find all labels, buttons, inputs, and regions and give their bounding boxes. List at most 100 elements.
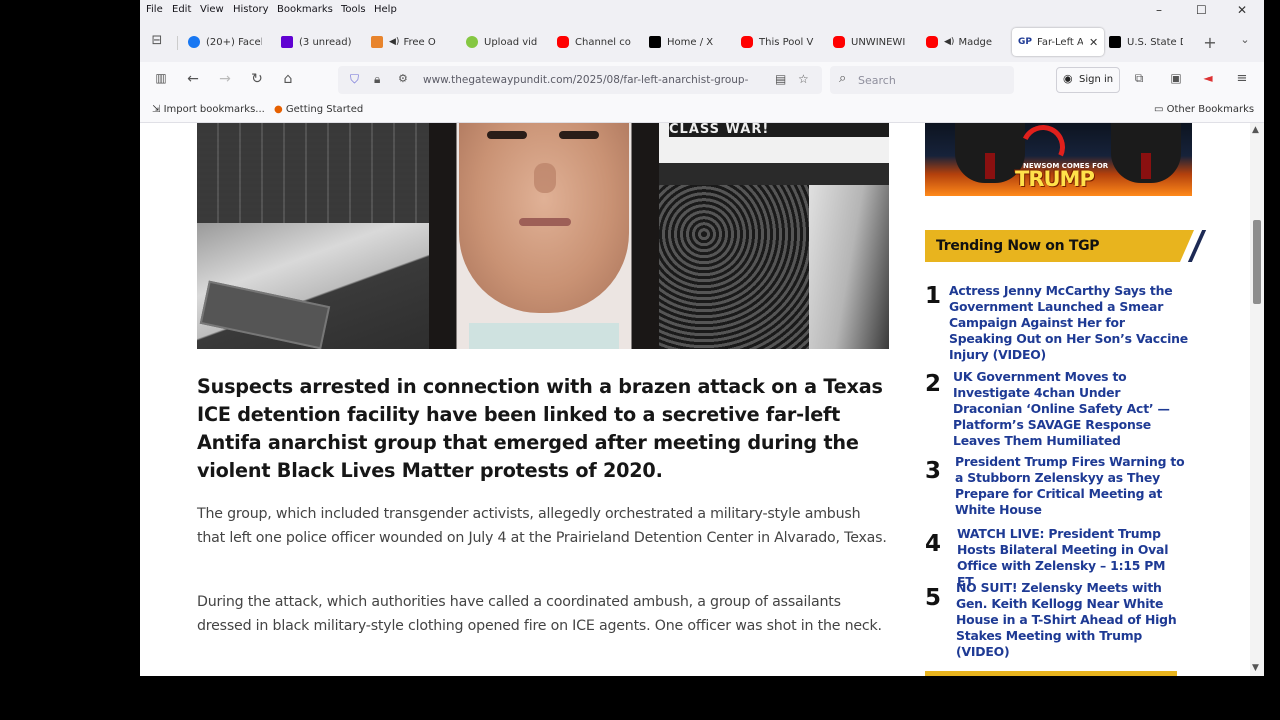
article-hero-image: CLASS WAR! <box>197 123 889 349</box>
sidebar-toggle-icon[interactable]: ▥ <box>152 71 170 85</box>
trending-link[interactable]: UK Government Moves to Investigate 4chan… <box>953 369 1179 449</box>
tab-far-left-active[interactable]: GP Far-Left A ✕ <box>1012 28 1104 56</box>
tab-label: UNWINEWI <box>851 36 906 48</box>
import-icon: ⇲ <box>152 104 164 115</box>
rumble-icon <box>466 36 478 48</box>
flyer-heading: CLASS WAR! <box>669 123 889 137</box>
menu-help[interactable]: Help <box>374 4 397 15</box>
trending-number: 4 <box>925 531 942 557</box>
firefox-icon: ● <box>274 104 286 115</box>
trending-link[interactable]: NO SUIT! Zelensky Meets with Gen. Keith … <box>956 580 1192 660</box>
trending-number: 3 <box>925 458 942 484</box>
folder-icon: ▭ <box>1154 104 1167 115</box>
reader-view-icon[interactable]: ▤ <box>775 72 786 86</box>
shield-icon[interactable]: ⛉ <box>350 72 359 87</box>
address-bar[interactable]: ⛉ 🔒︎ ⚙︎ www.thegatewaypundit.com/2025/08… <box>338 66 822 94</box>
menu-edit[interactable]: Edit <box>172 4 191 15</box>
close-tab-icon[interactable]: ✕ <box>1089 36 1098 49</box>
menu-history[interactable]: History <box>233 4 269 15</box>
search-icon: ⌕ <box>839 71 847 86</box>
tab-label: Free O <box>403 36 436 48</box>
sign-in-button[interactable]: ◉ Sign in <box>1056 67 1120 93</box>
search-bar[interactable]: ⌕ Search <box>830 66 1014 94</box>
speaker-icon[interactable]: ◀) <box>944 37 954 47</box>
search-placeholder: Search <box>858 74 896 87</box>
x-icon <box>1109 36 1121 48</box>
tab-label: Home / X <box>667 36 714 48</box>
back-icon[interactable]: ← <box>184 71 202 87</box>
page-scrollbar[interactable]: ▲ ▼ <box>1250 123 1264 676</box>
permissions-icon[interactable]: ⚙︎ <box>398 72 408 85</box>
tab-label: (3 unread) <box>299 36 352 48</box>
scrollbar-thumb[interactable] <box>1253 220 1261 304</box>
mail-icon <box>371 36 383 48</box>
trending-number: 2 <box>925 371 942 397</box>
tab-label: Channel co <box>575 36 631 48</box>
tab-label: This Pool V <box>759 36 814 48</box>
other-bookmarks-link[interactable]: ▭ Other Bookmarks <box>1154 104 1254 115</box>
minimize-button[interactable]: – <box>1156 3 1162 17</box>
article-paragraph: The group, which included transgender ac… <box>197 506 887 546</box>
megaphone-icon[interactable]: ◄ <box>1199 71 1217 85</box>
tab-unwinewi[interactable]: UNWINEWI <box>833 28 907 56</box>
next-section-bar <box>925 671 1177 676</box>
forward-icon[interactable]: → <box>216 71 234 87</box>
menu-bar: File Edit View History Bookmarks Tools H… <box>140 0 1264 20</box>
trending-link[interactable]: Actress Jenny McCarthy Says the Governme… <box>949 283 1189 363</box>
lock-icon[interactable]: 🔒︎ <box>374 72 380 87</box>
tab-facebook[interactable]: (20+) Faceb <box>188 28 262 56</box>
tab-overview-icon[interactable]: ⊟ <box>148 33 166 48</box>
yahoo-mail-icon <box>281 36 293 48</box>
chevron-down-icon[interactable]: ⌄ <box>1236 33 1254 46</box>
tab-free-o[interactable]: ◀) Free O <box>371 28 445 56</box>
navigation-bar: ▥ ← → ↻ ⌂ ⛉ 🔒︎ ⚙︎ www.thegatewaypundit.c… <box>140 62 1264 98</box>
url-text[interactable]: www.thegatewaypundit.com/2025/08/far-lef… <box>423 74 763 86</box>
sidebar-ad-banner[interactable]: NEWSOM COMES FOR TRUMP <box>925 123 1192 196</box>
tab-upload-video[interactable]: Upload vid <box>466 28 540 56</box>
tab-label: Madge <box>958 36 993 48</box>
menu-file[interactable]: File <box>146 4 163 15</box>
import-bookmarks-link[interactable]: ⇲ Import bookmarks... <box>152 104 265 115</box>
reload-icon[interactable]: ↻ <box>248 71 266 87</box>
trending-number: 5 <box>925 585 942 611</box>
extension-badge-icon[interactable]: ▣ <box>1167 71 1185 85</box>
tab-channel-content[interactable]: Channel co <box>557 28 631 56</box>
mugshot-photo <box>429 123 659 349</box>
youtube-icon <box>926 36 938 48</box>
extensions-icon[interactable]: ⧉ <box>1130 71 1148 86</box>
x-icon <box>649 36 661 48</box>
tab-label: Upload vid <box>484 36 538 48</box>
tab-home-x[interactable]: Home / X <box>649 28 723 56</box>
gp-icon: GP <box>1018 37 1032 47</box>
ad-headline: TRUMP <box>1015 167 1095 191</box>
speaker-icon[interactable]: ◀) <box>389 37 399 47</box>
evidence-photo <box>197 123 429 349</box>
trending-title: Trending Now on TGP <box>936 238 1100 254</box>
close-window-button[interactable]: ✕ <box>1237 3 1247 17</box>
new-tab-icon[interactable]: + <box>1201 33 1219 52</box>
youtube-icon <box>741 36 753 48</box>
menu-tools[interactable]: Tools <box>341 4 366 15</box>
home-icon[interactable]: ⌂ <box>279 71 297 87</box>
menu-hamburger-icon[interactable]: ≡ <box>1233 71 1251 86</box>
bookmark-star-icon[interactable]: ☆ <box>798 72 809 86</box>
tab-bar: ⊟ (20+) Faceb (3 unread) ◀) Free O Uploa… <box>140 20 1264 62</box>
tab-yahoo-mail[interactable]: (3 unread) <box>281 28 355 56</box>
trending-link[interactable]: President Trump Fires Warning to a Stubb… <box>955 454 1187 518</box>
menu-bookmarks[interactable]: Bookmarks <box>277 4 333 15</box>
browser-window: File Edit View History Bookmarks Tools H… <box>140 0 1264 676</box>
tab-label: U.S. State D <box>1127 36 1183 48</box>
tab-us-state[interactable]: U.S. State D <box>1109 28 1183 56</box>
article-lead-paragraph: Suspects arrested in connection with a b… <box>197 375 883 482</box>
maximize-button[interactable]: ☐ <box>1196 3 1207 17</box>
getting-started-link[interactable]: ● Getting Started <box>274 104 363 115</box>
tab-label: (20+) Faceb <box>206 36 262 48</box>
tab-madge[interactable]: ◀) Madge <box>926 28 1000 56</box>
tab-this-pool[interactable]: This Pool V <box>741 28 815 56</box>
page-content: CLASS WAR! Suspects arrested in connecti… <box>140 123 1250 676</box>
menu-view[interactable]: View <box>200 4 224 15</box>
scroll-up-icon[interactable]: ▲ <box>1252 125 1259 135</box>
scroll-down-icon[interactable]: ▼ <box>1252 663 1259 673</box>
trending-number: 1 <box>925 283 942 309</box>
sign-in-label: Sign in <box>1079 74 1114 85</box>
